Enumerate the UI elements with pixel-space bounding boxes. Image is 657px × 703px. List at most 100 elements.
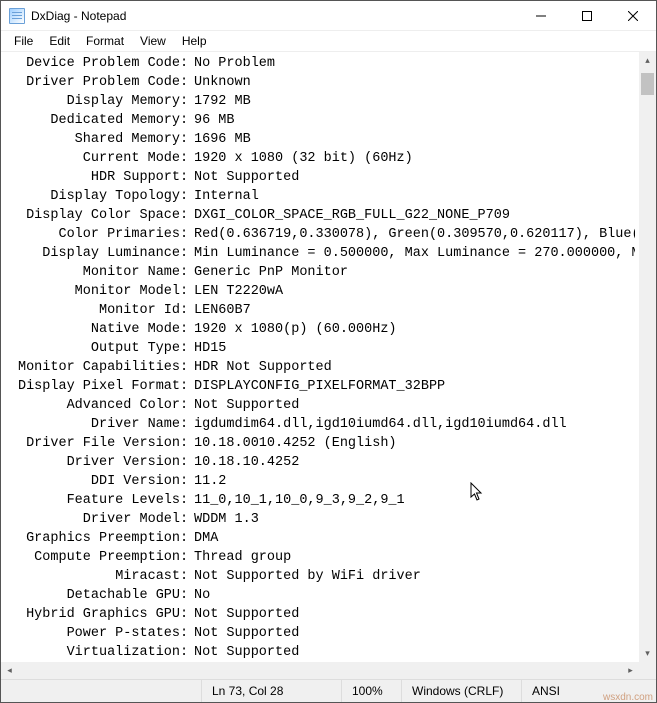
minimize-button[interactable] (518, 1, 564, 31)
scroll-right-arrow-icon[interactable]: ▸ (622, 662, 639, 679)
vertical-scrollbar[interactable]: ▴ ▾ (639, 52, 656, 662)
menu-format[interactable]: Format (79, 33, 131, 49)
line-value: Not Supported (194, 624, 635, 643)
maximize-button[interactable] (564, 1, 610, 31)
text-content[interactable]: Device Problem Code: No ProblemDriver Pr… (1, 52, 639, 662)
line-colon: : (180, 605, 194, 624)
line-label: Monitor Id (5, 301, 180, 320)
text-line: Display Pixel Format: DISPLAYCONFIG_PIXE… (5, 377, 635, 396)
status-zoom: 100% (341, 680, 401, 702)
scroll-track[interactable] (639, 69, 656, 645)
line-label: Shared Memory (5, 130, 180, 149)
line-label: HDR Support (5, 168, 180, 187)
line-value: 1920 x 1080(p) (60.000Hz) (194, 320, 635, 339)
line-value: Min Luminance = 0.500000, Max Luminance … (194, 244, 635, 263)
line-value: Internal (194, 187, 635, 206)
text-line: Hybrid Graphics GPU: Not Supported (5, 605, 635, 624)
line-colon: : (180, 73, 194, 92)
menubar: File Edit Format View Help (1, 31, 656, 51)
line-colon: : (180, 244, 194, 263)
line-label: Display Color Space (5, 206, 180, 225)
line-label: Monitor Model (5, 282, 180, 301)
line-colon: : (180, 377, 194, 396)
line-colon: : (180, 206, 194, 225)
line-value: 1696 MB (194, 130, 635, 149)
statusbar: Ln 73, Col 28 100% Windows (CRLF) ANSI (1, 679, 656, 702)
line-value: Not Supported by WiFi driver (194, 567, 635, 586)
scroll-up-arrow-icon[interactable]: ▴ (639, 52, 656, 69)
line-value: Not Supported (194, 605, 635, 624)
menu-view[interactable]: View (133, 33, 173, 49)
line-label: Miracast (5, 567, 180, 586)
line-label: Virtualization (5, 643, 180, 662)
text-line: HDR Support: Not Supported (5, 168, 635, 187)
menu-help[interactable]: Help (175, 33, 214, 49)
text-line: Feature Levels: 11_0,10_1,10_0,9_3,9_2,9… (5, 491, 635, 510)
line-colon: : (180, 586, 194, 605)
line-colon: : (180, 548, 194, 567)
line-label: Driver Problem Code (5, 73, 180, 92)
text-line: Graphics Preemption: DMA (5, 529, 635, 548)
line-value: 10.18.0010.4252 (English) (194, 434, 635, 453)
line-colon: : (180, 358, 194, 377)
line-label: Display Memory (5, 92, 180, 111)
line-colon: : (180, 567, 194, 586)
line-colon: : (180, 434, 194, 453)
close-button[interactable] (610, 1, 656, 31)
line-colon: : (180, 624, 194, 643)
text-line: Output Type: HD15 (5, 339, 635, 358)
text-line: Driver Version: 10.18.10.4252 (5, 453, 635, 472)
line-value: Not Supported (194, 643, 635, 662)
line-label: Display Luminance (5, 244, 180, 263)
line-label: Color Primaries (5, 225, 180, 244)
line-label: Display Topology (5, 187, 180, 206)
text-line: Driver File Version: 10.18.0010.4252 (En… (5, 434, 635, 453)
line-label: Native Mode (5, 320, 180, 339)
watermark: wsxdn.com (603, 692, 653, 703)
line-colon: : (180, 149, 194, 168)
text-line: Color Primaries: Red(0.636719,0.330078),… (5, 225, 635, 244)
scroll-thumb[interactable] (641, 73, 654, 95)
line-colon: : (180, 168, 194, 187)
line-value: Not Supported (194, 396, 635, 415)
line-colon: : (180, 225, 194, 244)
text-line: Monitor Id: LEN60B7 (5, 301, 635, 320)
line-colon: : (180, 510, 194, 529)
line-label: Compute Preemption (5, 548, 180, 567)
line-colon: : (180, 491, 194, 510)
titlebar[interactable]: DxDiag - Notepad (1, 1, 656, 31)
line-value: DISPLAYCONFIG_PIXELFORMAT_32BPP (194, 377, 635, 396)
line-label: Output Type (5, 339, 180, 358)
line-label: Driver Name (5, 415, 180, 434)
menu-edit[interactable]: Edit (42, 33, 77, 49)
line-colon: : (180, 187, 194, 206)
line-colon: : (180, 396, 194, 415)
line-label: Monitor Name (5, 263, 180, 282)
status-spacer (1, 680, 201, 702)
line-colon: : (180, 320, 194, 339)
scroll-down-arrow-icon[interactable]: ▾ (639, 645, 656, 662)
line-colon: : (180, 415, 194, 434)
text-line: Current Mode: 1920 x 1080 (32 bit) (60Hz… (5, 149, 635, 168)
text-line: Power P-states: Not Supported (5, 624, 635, 643)
text-line: Miracast: Not Supported by WiFi driver (5, 567, 635, 586)
status-position: Ln 73, Col 28 (201, 680, 341, 702)
line-colon: : (180, 301, 194, 320)
text-line: Native Mode: 1920 x 1080(p) (60.000Hz) (5, 320, 635, 339)
line-value: LEN60B7 (194, 301, 635, 320)
text-line: Device Problem Code: No Problem (5, 54, 635, 73)
scroll-left-arrow-icon[interactable]: ◂ (1, 662, 18, 679)
line-label: Monitor Capabilities (5, 358, 180, 377)
text-line: Virtualization: Not Supported (5, 643, 635, 662)
line-value: 1920 x 1080 (32 bit) (60Hz) (194, 149, 635, 168)
line-value: WDDM 1.3 (194, 510, 635, 529)
horizontal-scrollbar[interactable]: ◂ ▸ (1, 662, 639, 679)
menu-file[interactable]: File (7, 33, 40, 49)
line-value: 11_0,10_1,10_0,9_3,9_2,9_1 (194, 491, 635, 510)
line-value: DXGI_COLOR_SPACE_RGB_FULL_G22_NONE_P709 (194, 206, 635, 225)
line-value: Generic PnP Monitor (194, 263, 635, 282)
line-colon: : (180, 282, 194, 301)
line-value: 10.18.10.4252 (194, 453, 635, 472)
text-line: Dedicated Memory: 96 MB (5, 111, 635, 130)
line-value: Unknown (194, 73, 635, 92)
